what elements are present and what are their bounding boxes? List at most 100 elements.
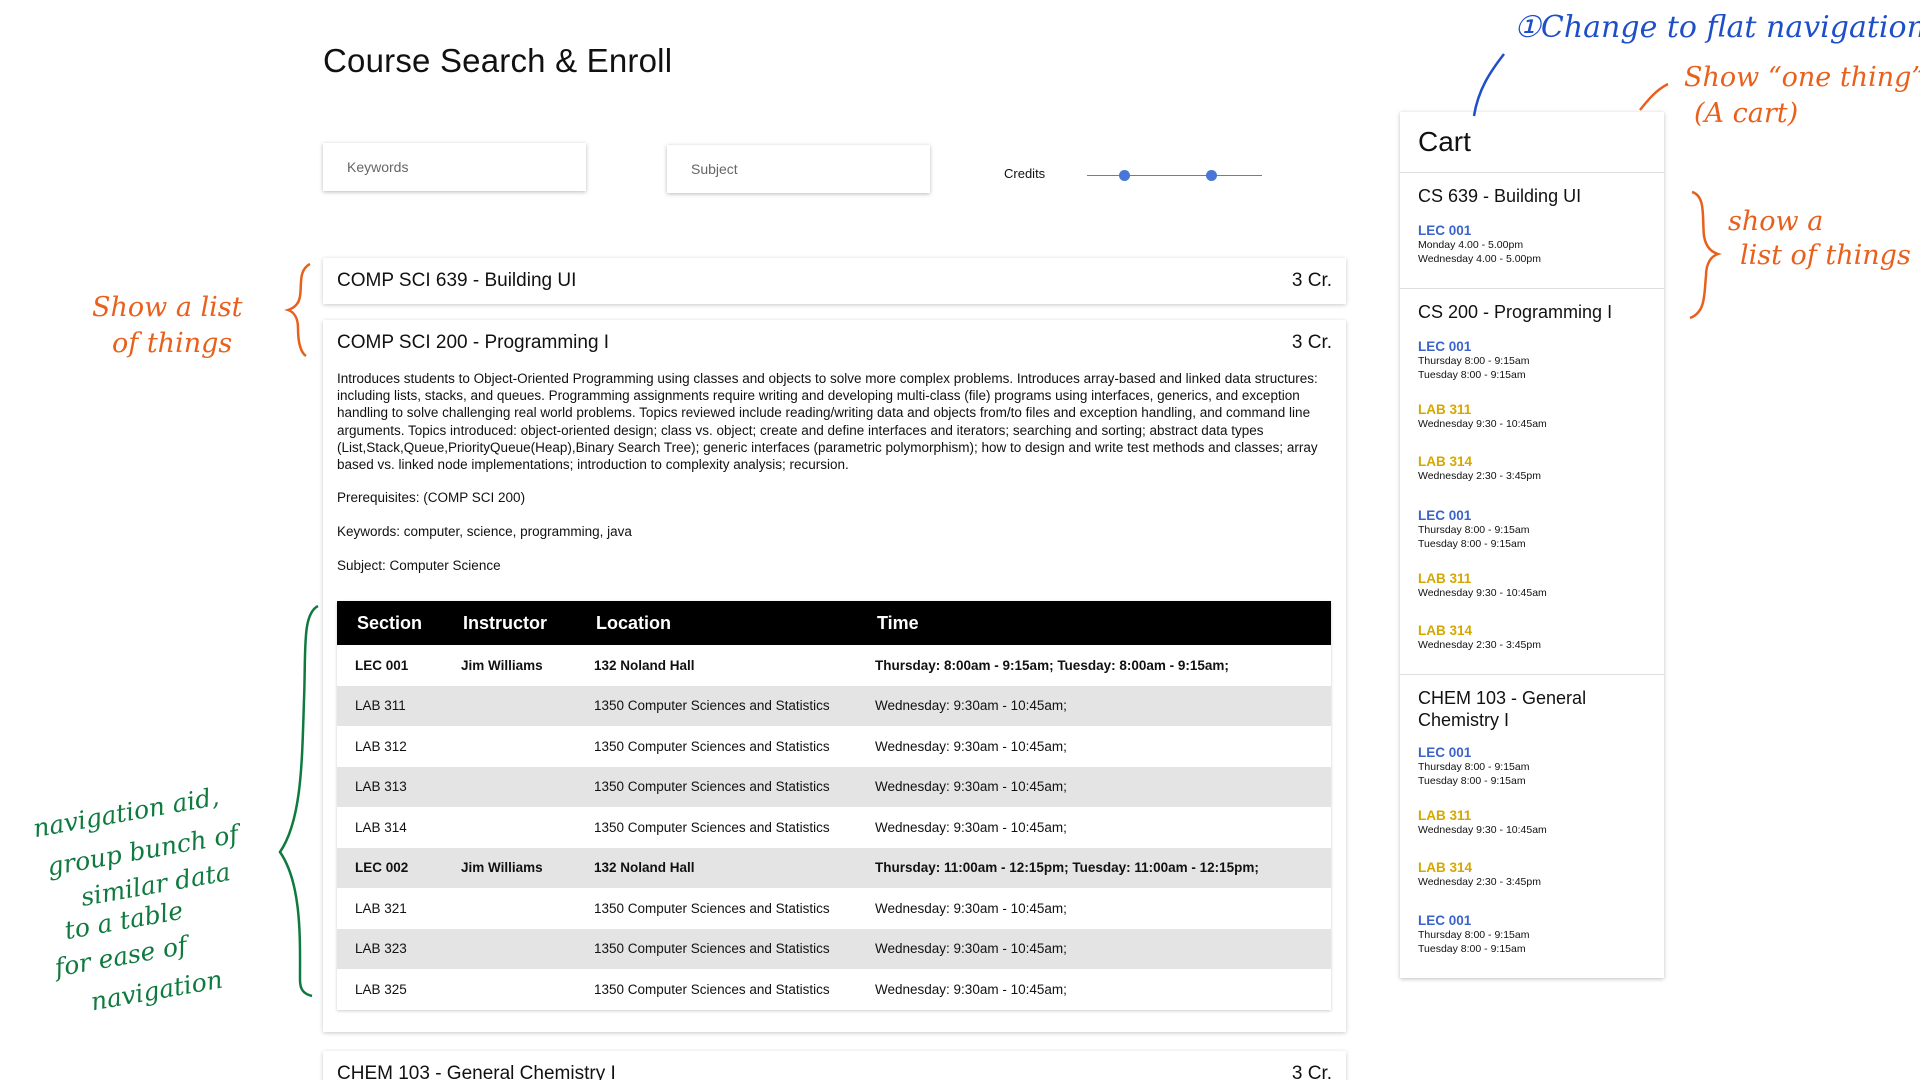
cart-course-title: CS 200 - Programming I [1418,302,1613,322]
cart-section-item[interactable]: LEC 001 Thursday 8:00 - 9:15am Tuesday 8… [1418,339,1529,382]
cart-section-link[interactable]: LEC 001 [1418,223,1541,238]
course-header[interactable]: COMP SCI 639 - Building UI 3 Cr. [323,258,1346,304]
cell-time: Wednesday: 9:30am - 10:45am; [875,981,1067,997]
course-credits: 3 Cr. [1291,270,1332,291]
cell-section: LAB 312 [355,738,407,754]
sections-table: Section Instructor Location Time LEC 001… [337,601,1331,1010]
course-card-cs200[interactable]: COMP SCI 200 - Programming I 3 Cr. Intro… [323,320,1346,1032]
cart-section-time: Monday 4.00 - 5.00pm [1418,239,1524,251]
course-title: COMP SCI 200 - Programming I [337,332,610,353]
cell-instructor: Jim Williams [443,847,576,888]
table-row[interactable]: LAB 314 1350 Computer Sciences and Stati… [337,807,1331,848]
cart-course-chem103: CHEM 103 - General Chemistry I LEC 001 T… [1400,674,1664,974]
cart-section-link[interactable]: LAB 311 [1418,571,1547,586]
table-row[interactable]: LAB 313 1350 Computer Sciences and Stati… [337,766,1331,807]
cell-section: LAB 314 [355,819,407,835]
cell-section: LAB 311 [337,685,443,726]
green-brace [278,604,319,998]
cell-section: LEC 001 [355,657,409,673]
cell-location: 132 Noland Hall [576,847,857,888]
table-row[interactable]: LAB 321 1350 Computer Sciences and Stati… [337,888,1331,929]
orange-brace-right [1689,190,1722,320]
cart-section-link[interactable]: LEC 001 [1418,745,1529,760]
cart-section-item[interactable]: LEC 001 Thursday 8:00 - 9:15am Tuesday 8… [1418,745,1529,788]
credits-range-slider[interactable] [1087,166,1262,186]
cart-section-link[interactable]: LAB 314 [1418,454,1541,469]
cart-section-link[interactable]: LAB 314 [1418,860,1541,875]
credits-max-handle[interactable] [1206,170,1217,181]
keywords-input[interactable] [323,143,586,191]
cart-section-item[interactable]: LAB 314 Wednesday 2:30 - 3:45pm [1418,454,1541,483]
cart-section-link[interactable]: LAB 311 [1418,808,1547,823]
credits-min-handle[interactable] [1119,170,1130,181]
course-header[interactable]: COMP SCI 200 - Programming I 3 Cr. [323,320,1346,366]
table-row[interactable]: LAB 323 1350 Computer Sciences and Stati… [337,928,1331,969]
cart-section-time: Thursday 8:00 - 9:15am [1418,524,1530,536]
cart-section-time: Thursday 8:00 - 9:15am [1418,761,1530,773]
page-title: Course Search & Enroll [323,42,673,79]
annotation-a-cart: (A cart) [1694,98,1799,129]
cell-instructor: Jim Williams [461,657,543,673]
column-header-time: Time [857,601,1331,645]
cell-instructor [443,807,576,848]
column-header-section: Section [337,601,443,645]
annotation-list-of-things-right: list of things [1740,240,1911,271]
table-row[interactable]: LEC 002 Jim Williams 132 Noland Hall Thu… [337,847,1331,888]
cell-instructor [443,969,576,1010]
course-credits: 3 Cr. [1291,332,1332,353]
cart-section-link[interactable]: LEC 001 [1418,913,1529,928]
cell-instructor [443,888,576,929]
cart-section-item[interactable]: LAB 311 Wednesday 9:30 - 10:45am [1418,402,1547,431]
column-header-location: Location [576,601,857,645]
cell-time: Wednesday: 9:30am - 10:45am; [875,900,1067,916]
course-credits: 3 Cr. [1291,1063,1332,1080]
cell-instructor [443,726,576,767]
cell-section: LEC 002 [337,847,443,888]
cart-title: Cart [1418,126,1471,157]
cell-section: LAB 325 [355,981,407,997]
table-row[interactable]: LAB 312 1350 Computer Sciences and Stati… [337,726,1331,767]
table-header-row: Section Instructor Location Time [337,601,1331,645]
course-title: COMP SCI 639 - Building UI [337,270,577,291]
course-card-cs639[interactable]: COMP SCI 639 - Building UI 3 Cr. [323,258,1346,304]
cell-instructor [443,766,576,807]
cart-section-item[interactable]: LAB 311 Wednesday 9:30 - 10:45am [1418,808,1547,837]
course-keywords: Keywords: computer, science, programming… [337,524,632,539]
cart-section-item[interactable]: LAB 314 Wednesday 2:30 - 3:45pm [1418,860,1541,889]
column-header-instructor: Instructor [443,601,576,645]
cart-section-time: Tuesday 8:00 - 9:15am [1418,369,1526,381]
table-row[interactable]: LAB 311 1350 Computer Sciences and Stati… [337,685,1331,726]
cell-time: Thursday: 8:00am - 9:15am; Tuesday: 8:00… [875,657,1229,673]
cell-location: 1350 Computer Sciences and Statistics [576,928,857,969]
cell-time: Wednesday: 9:30am - 10:45am; [857,766,1331,807]
cell-location: 1350 Computer Sciences and Statistics [576,685,857,726]
cart-section-item[interactable]: LEC 001 Thursday 8:00 - 9:15am Tuesday 8… [1418,508,1529,551]
cart-section-item[interactable]: LAB 314 Wednesday 2:30 - 3:45pm [1418,623,1541,652]
orange-arrow-line [1639,82,1669,111]
table-row[interactable]: LAB 325 1350 Computer Sciences and Stati… [337,969,1331,1010]
subject-input[interactable] [667,145,930,193]
cell-time: Wednesday: 9:30am - 10:45am; [857,685,1331,726]
cart-course-cs639: CS 639 - Building UI LEC 001 Monday 4.00… [1400,172,1664,288]
annotation-one-thing: Show “one thing” [1684,62,1920,93]
course-subject: Subject: Computer Science [337,558,501,573]
cart-section-link[interactable]: LAB 314 [1418,623,1541,638]
cart-section-link[interactable]: LEC 001 [1418,508,1529,523]
cart-section-link[interactable]: LEC 001 [1418,339,1529,354]
cart-section-time: Wednesday 9:30 - 10:45am [1418,824,1547,836]
cart-section-item[interactable]: LAB 311 Wednesday 9:30 - 10:45am [1418,571,1547,600]
cart-section-link[interactable]: LAB 311 [1418,402,1547,417]
cell-time: Wednesday: 9:30am - 10:45am; [875,819,1067,835]
annotation-show-a-list-left: Show a list [92,292,243,323]
cart-course-title: CS 639 - Building UI [1418,186,1582,206]
cart-section-time: Wednesday 2:30 - 3:45pm [1418,876,1541,888]
cart-section-time: Wednesday 9:30 - 10:45am [1418,587,1547,599]
cell-instructor [443,928,576,969]
table-row[interactable]: LEC 001 Jim Williams 132 Noland Hall Thu… [337,645,1331,686]
course-header[interactable]: CHEM 103 - General Chemistry I 3 Cr. [323,1051,1346,1080]
annotation-show-a: show a [1728,206,1824,237]
course-card-chem103[interactable]: CHEM 103 - General Chemistry I 3 Cr. [323,1051,1346,1080]
cart-section-item[interactable]: LEC 001 Thursday 8:00 - 9:15am Tuesday 8… [1418,913,1529,956]
cart-section-item[interactable]: LEC 001 Monday 4.00 - 5.00pm Wednesday 4… [1418,223,1541,266]
cell-instructor [443,685,576,726]
